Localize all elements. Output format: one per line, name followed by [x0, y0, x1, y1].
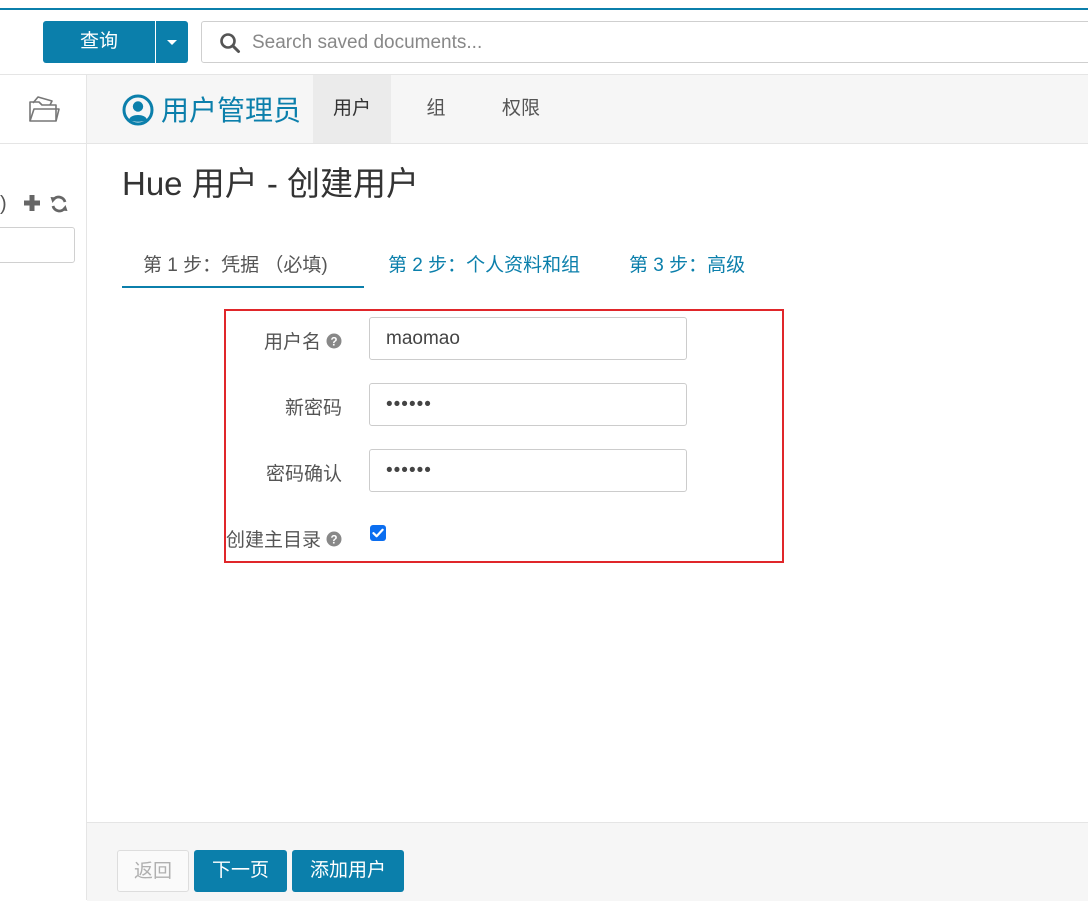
tab-groups[interactable]: 组 [397, 75, 475, 143]
user-circle-icon [122, 94, 154, 126]
new-password-label-text: 新密码 [284, 398, 342, 419]
username-input[interactable] [369, 317, 687, 360]
refresh-icon[interactable] [49, 194, 69, 214]
app-header: 用户管理员 用户 组 权限 [87, 75, 1088, 144]
top-bar: 查询 [0, 10, 1088, 75]
add-user-button[interactable]: 添加用户 [292, 850, 404, 892]
back-button[interactable]: 返回 [117, 850, 189, 892]
create-home-label: 创建主目录 ? [226, 525, 342, 552]
app-title: 用户管理员 [161, 95, 302, 126]
query-dropdown-toggle[interactable] [156, 21, 188, 63]
next-button[interactable]: 下一页 [194, 850, 287, 892]
tab-permissions[interactable]: 权限 [482, 75, 560, 143]
step-2-tab[interactable]: 第 2 步：个人资料和组 [388, 250, 580, 277]
help-icon[interactable]: ? [326, 531, 342, 547]
sidebar-header [0, 75, 86, 144]
create-home-label-text: 创建主目录 [225, 530, 321, 551]
help-icon[interactable]: ? [326, 333, 342, 349]
wizard-footer: 返回 下一页 添加用户 [87, 822, 1088, 901]
step-1-tab[interactable]: 第 1 步：凭据 （必填) [143, 250, 328, 277]
search-input[interactable] [250, 22, 1074, 64]
confirm-password-input[interactable] [369, 449, 687, 492]
confirm-password-label-text: 密码确认 [265, 464, 342, 485]
page-title: Hue 用户 - 创建用户 [122, 165, 420, 202]
plus-icon[interactable] [22, 193, 42, 213]
search-box[interactable] [201, 21, 1088, 64]
sidebar-filter-input[interactable] [0, 227, 75, 263]
username-label-text: 用户名 [263, 332, 321, 353]
username-label: 用户名 ? [264, 327, 342, 354]
left-sidebar: ) [0, 75, 87, 900]
query-button[interactable]: 查询 [43, 21, 155, 63]
active-step-underline [122, 286, 364, 288]
new-password-input[interactable] [369, 383, 687, 426]
checkmark-icon [372, 528, 384, 538]
step-3-tab[interactable]: 第 3 步：高级 [629, 250, 745, 277]
tab-users[interactable]: 用户 [313, 75, 391, 143]
svg-text:?: ? [330, 534, 337, 546]
create-home-checkbox[interactable] [370, 525, 386, 541]
search-icon [220, 33, 240, 53]
confirm-password-label: 密码确认 [266, 459, 342, 486]
sidebar-count-paren: ) [0, 193, 7, 215]
new-password-label: 新密码 [285, 393, 342, 420]
svg-text:?: ? [330, 336, 337, 348]
folder-open-icon[interactable] [28, 94, 60, 124]
